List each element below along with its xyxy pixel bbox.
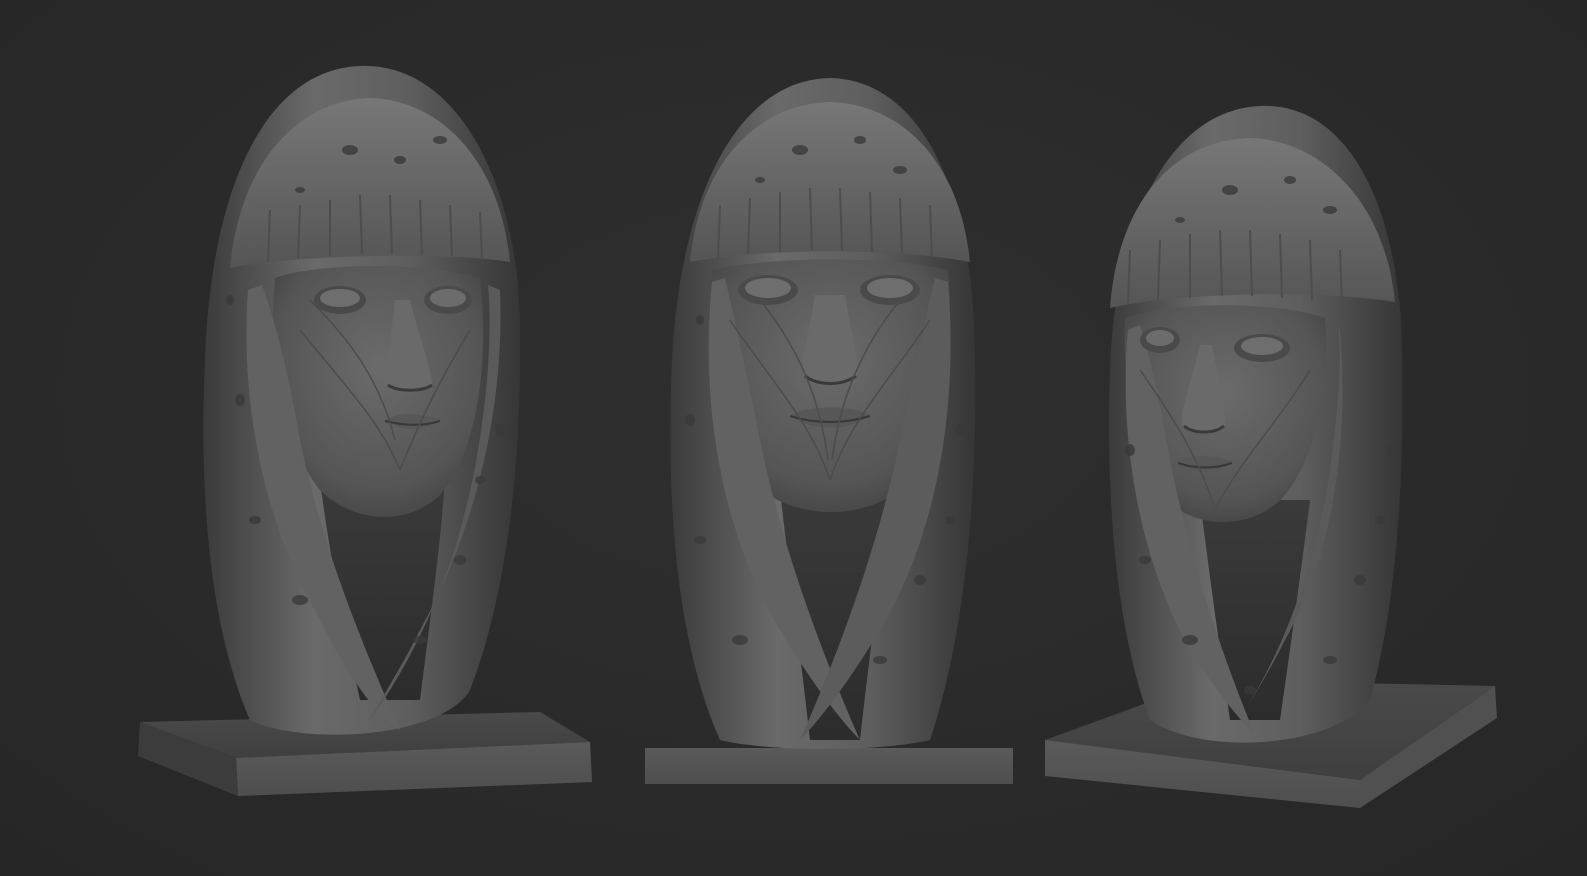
bust-front (645, 78, 1013, 784)
bust-three-quarter-right (1045, 105, 1497, 808)
hair-fringe (690, 102, 970, 262)
render-viewport (0, 0, 1587, 876)
bust-three-quarter-left (138, 65, 592, 796)
sculpt-render-canvas (138, 65, 1497, 808)
pedestal-front (645, 748, 1013, 784)
